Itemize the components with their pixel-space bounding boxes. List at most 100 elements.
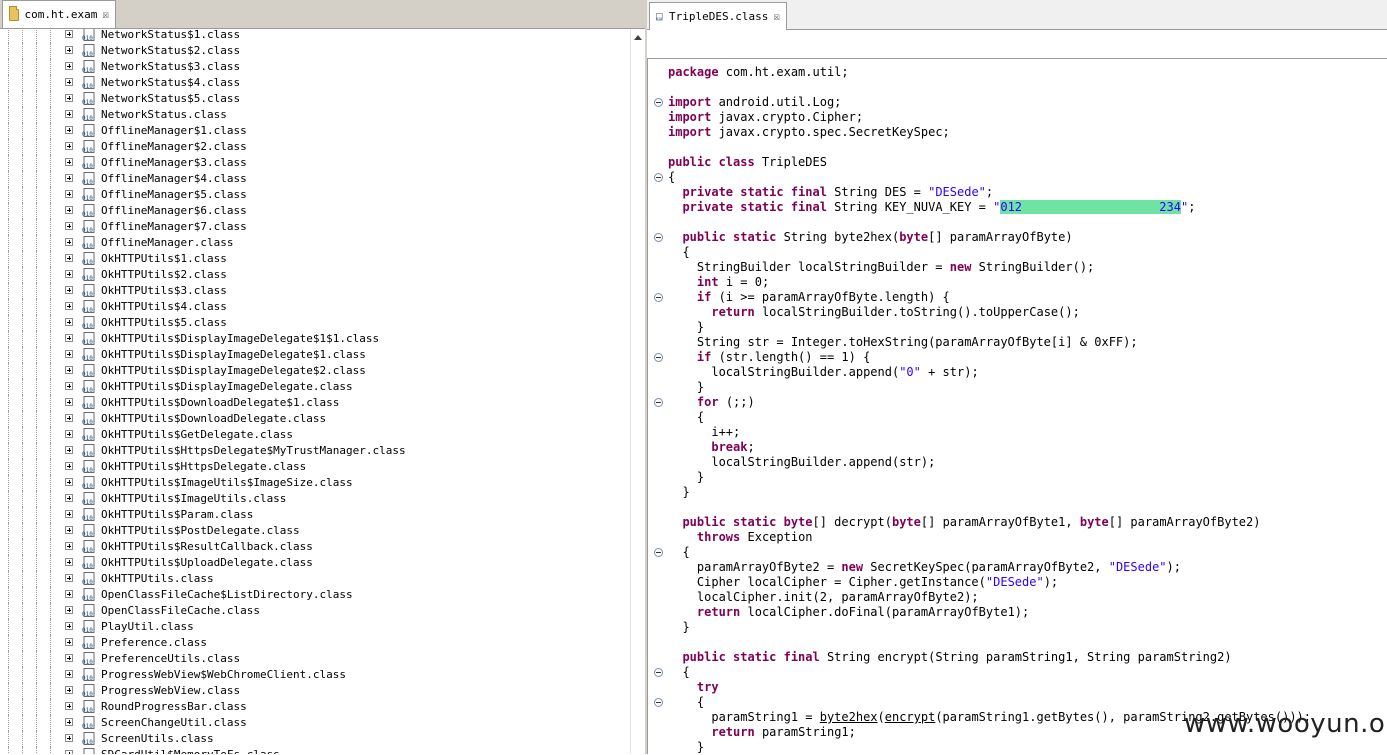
tree-item[interactable]: 010 ScreenUtils.class	[0, 731, 600, 747]
tree-item[interactable]: 010 OkHTTPUtils$GetDelegate.class	[0, 427, 600, 443]
expand-plus-icon[interactable]	[65, 286, 73, 294]
expand-plus-icon[interactable]	[65, 158, 73, 166]
expand-plus-icon[interactable]	[65, 638, 73, 646]
tree-item[interactable]: 010 NetworkStatus$3.class	[0, 59, 600, 75]
expand-plus-icon[interactable]	[65, 270, 73, 278]
expand-plus-icon[interactable]	[65, 318, 73, 326]
fold-collapse-icon[interactable]	[654, 293, 663, 302]
tree-item[interactable]: 010 OpenClassFileCache.class	[0, 603, 600, 619]
expand-plus-icon[interactable]	[65, 622, 73, 630]
expand-plus-icon[interactable]	[65, 702, 73, 710]
tree-item[interactable]: 010 OkHTTPUtils$1.class	[0, 251, 600, 267]
tree-item[interactable]: 010 ProgressWebView.class	[0, 683, 600, 699]
expand-plus-icon[interactable]	[65, 462, 73, 470]
tree-item[interactable]: 010 OkHTTPUtils$DisplayImageDelegate$2.cl…	[0, 363, 600, 379]
expand-plus-icon[interactable]	[65, 254, 73, 262]
tree-item[interactable]: 010 OfflineManager$6.class	[0, 203, 600, 219]
expand-plus-icon[interactable]	[65, 686, 73, 694]
expand-plus-icon[interactable]	[65, 446, 73, 454]
expand-plus-icon[interactable]	[65, 510, 73, 518]
tree-item[interactable]: 010 RoundProgressBar.class	[0, 699, 600, 715]
tree-item[interactable]: 010 NetworkStatus$4.class	[0, 75, 600, 91]
tree-item[interactable]: 010 OkHTTPUtils$UploadDelegate.class	[0, 555, 600, 571]
tree-item[interactable]: 010 OkHTTPUtils$DisplayImageDelegate$1.cl…	[0, 347, 600, 363]
tree-item[interactable]: 010 OkHTTPUtils$DownloadDelegate$1.class	[0, 395, 600, 411]
expand-plus-icon[interactable]	[65, 78, 73, 86]
expand-plus-icon[interactable]	[65, 606, 73, 614]
tree-item[interactable]: 010 OkHTTPUtils$ResultCallback.class	[0, 539, 600, 555]
expand-plus-icon[interactable]	[65, 350, 73, 358]
tree-item[interactable]: 010 OfflineManager$4.class	[0, 171, 600, 187]
tree-item[interactable]: 010 OkHTTPUtils$DownloadDelegate.class	[0, 411, 600, 427]
tree-item[interactable]: 010 PreferenceUtils.class	[0, 651, 600, 667]
expand-plus-icon[interactable]	[65, 542, 73, 550]
fold-collapse-icon[interactable]	[654, 548, 663, 557]
expand-plus-icon[interactable]	[65, 30, 73, 38]
code-editor[interactable]: package com.ht.exam.util; import android.…	[647, 58, 1387, 755]
tree-item[interactable]: 010 OfflineManager$3.class	[0, 155, 600, 171]
tree-item[interactable]: 010 ScreenChangeUtil.class	[0, 715, 600, 731]
expand-plus-icon[interactable]	[65, 750, 73, 754]
expand-plus-icon[interactable]	[65, 734, 73, 742]
expand-plus-icon[interactable]	[65, 558, 73, 566]
expand-plus-icon[interactable]	[65, 238, 73, 246]
tree-item[interactable]: 010 OkHTTPUtils$HttpsDelegate.class	[0, 459, 600, 475]
expand-plus-icon[interactable]	[65, 142, 73, 150]
tree-item[interactable]: 010 OkHTTPUtils$HttpsDelegate$MyTrustMana…	[0, 443, 600, 459]
tree-item[interactable]: 010 OkHTTPUtils$5.class	[0, 315, 600, 331]
expand-plus-icon[interactable]	[65, 414, 73, 422]
expand-plus-icon[interactable]	[65, 302, 73, 310]
expand-plus-icon[interactable]	[65, 670, 73, 678]
expand-plus-icon[interactable]	[65, 94, 73, 102]
tab-tripledes-class[interactable]: 010 TripleDES.class ☒	[649, 2, 787, 30]
expand-plus-icon[interactable]	[65, 366, 73, 374]
tree-item[interactable]: 010 OkHTTPUtils$3.class	[0, 283, 600, 299]
fold-collapse-icon[interactable]	[654, 353, 663, 362]
expand-plus-icon[interactable]	[65, 174, 73, 182]
expand-plus-icon[interactable]	[65, 110, 73, 118]
expand-plus-icon[interactable]	[65, 382, 73, 390]
tree-item[interactable]: 010 OkHTTPUtils$ImageUtils$ImageSize.clas…	[0, 475, 600, 491]
fold-collapse-icon[interactable]	[654, 173, 663, 182]
tree-item[interactable]: 010 ProgressWebView$WebChromeClient.class	[0, 667, 600, 683]
expand-plus-icon[interactable]	[65, 222, 73, 230]
tree-item[interactable]: 010 NetworkStatus$5.class	[0, 91, 600, 107]
fold-collapse-icon[interactable]	[654, 698, 663, 707]
expand-plus-icon[interactable]	[65, 206, 73, 214]
tree-item[interactable]: 010 OfflineManager$7.class	[0, 219, 600, 235]
expand-plus-icon[interactable]	[65, 190, 73, 198]
tree-item[interactable]: 010 NetworkStatus$1.class	[0, 29, 600, 43]
tree-item[interactable]: 010 NetworkStatus$2.class	[0, 43, 600, 59]
tree-item[interactable]: 010 OkHTTPUtils$DisplayImageDelegate$1$1.…	[0, 331, 600, 347]
fold-collapse-icon[interactable]	[654, 398, 663, 407]
expand-plus-icon[interactable]	[65, 62, 73, 70]
expand-plus-icon[interactable]	[65, 398, 73, 406]
expand-plus-icon[interactable]	[65, 334, 73, 342]
tree-item[interactable]: 010 OkHTTPUtils$DisplayImageDelegate.clas…	[0, 379, 600, 395]
tree-item[interactable]: 010 SDCardUtil$MemoryToFs.class	[0, 747, 600, 754]
close-icon[interactable]: ☒	[102, 8, 109, 21]
tab-package[interactable]: com.ht.exam ☒	[2, 0, 116, 28]
tree-item[interactable]: 010 OfflineManager.class	[0, 235, 600, 251]
fold-collapse-icon[interactable]	[654, 233, 663, 242]
expand-plus-icon[interactable]	[65, 126, 73, 134]
tree-item[interactable]: 010 OfflineManager$2.class	[0, 139, 600, 155]
tree-item[interactable]: 010 OfflineManager$1.class	[0, 123, 600, 139]
tree-item[interactable]: 010 OkHTTPUtils$ImageUtils.class	[0, 491, 600, 507]
scroll-up-arrow-icon[interactable]	[634, 35, 642, 40]
expand-plus-icon[interactable]	[65, 46, 73, 54]
expand-plus-icon[interactable]	[65, 430, 73, 438]
expand-plus-icon[interactable]	[65, 654, 73, 662]
expand-plus-icon[interactable]	[65, 494, 73, 502]
fold-collapse-icon[interactable]	[654, 668, 663, 677]
tree-item[interactable]: 010 OfflineManager$5.class	[0, 187, 600, 203]
close-icon[interactable]: ☒	[773, 10, 780, 23]
expand-plus-icon[interactable]	[65, 590, 73, 598]
fold-collapse-icon[interactable]	[654, 98, 663, 107]
tree-item[interactable]: 010 OkHTTPUtils$2.class	[0, 267, 600, 283]
tree-item[interactable]: 010 Preference.class	[0, 635, 600, 651]
expand-plus-icon[interactable]	[65, 574, 73, 582]
tree-item[interactable]: 010 NetworkStatus.class	[0, 107, 600, 123]
tree-scrollbar[interactable]	[630, 29, 646, 754]
tree-item[interactable]: 010 OkHTTPUtils.class	[0, 571, 600, 587]
